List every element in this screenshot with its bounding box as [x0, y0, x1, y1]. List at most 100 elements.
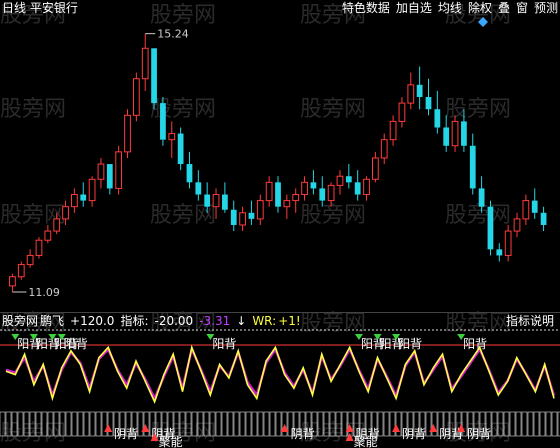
- li-neng-label: 聚能: [354, 435, 378, 448]
- candle-body: [461, 121, 467, 146]
- candle-body: [469, 145, 476, 189]
- osc-grid-bar: [275, 411, 282, 437]
- osc-grid-bar: [245, 411, 252, 437]
- candle-body: [531, 200, 538, 213]
- candle-body: [283, 200, 291, 208]
- candle-body: [513, 218, 521, 232]
- yin-bei-label: 阴背: [291, 427, 315, 441]
- candle-body: [53, 218, 61, 232]
- watermark-text: 股旁网: [0, 421, 66, 446]
- yin-bei-label: 阴背: [467, 427, 491, 441]
- osc-grid-bar: [257, 411, 264, 437]
- candle-body: [478, 188, 485, 207]
- candle-body: [62, 206, 69, 220]
- osc-yellow-line: [5, 344, 555, 404]
- candle-body: [434, 109, 441, 128]
- candle-body: [97, 163, 105, 180]
- candle-body: [160, 103, 166, 140]
- watermark-text: 股旁网: [300, 311, 366, 336]
- watermark-text: 股旁网: [445, 311, 511, 336]
- candle-body: [44, 230, 52, 241]
- osc-grid-bar: [539, 411, 546, 437]
- candle-body: [504, 230, 512, 256]
- candle-body: [115, 151, 123, 189]
- indicator-help-link[interactable]: 指标说明: [506, 314, 554, 328]
- osc-grid-bar: [95, 411, 102, 437]
- candle-body: [327, 184, 335, 202]
- indicator-extra-value: -3.31: [199, 314, 231, 328]
- red-up-arrow-icon: [141, 424, 150, 432]
- osc-grid-bar: [143, 411, 150, 437]
- candle-body: [275, 182, 281, 207]
- osc-grid-bar: [263, 411, 270, 437]
- indicator-name: 鹏飞: [40, 314, 65, 328]
- candle-body: [265, 181, 273, 202]
- watermark-text: 股旁网: [445, 203, 511, 228]
- candle-body: [88, 178, 96, 202]
- candle-body: [168, 133, 176, 141]
- toolbar-forecast[interactable]: 预测: [534, 1, 558, 15]
- low-price-label: 11.09: [28, 286, 60, 299]
- toolbar-moving-average[interactable]: 均线: [438, 1, 462, 15]
- candle-body: [522, 200, 530, 220]
- osc-grid-bar: [221, 411, 228, 437]
- candle-body: [35, 239, 43, 256]
- toolbar-special-data[interactable]: 特色数据: [342, 1, 390, 15]
- candle-body: [451, 120, 459, 147]
- toolbar-add-watchlist[interactable]: 加自选: [396, 1, 432, 15]
- down-arrow-icon: ↓: [236, 314, 247, 328]
- indicator-wr-label: WR:: [252, 314, 277, 328]
- toolbar-window[interactable]: 窗: [516, 1, 528, 15]
- candle-body: [345, 176, 352, 183]
- panel-divider[interactable]: [0, 312, 560, 313]
- osc-grid-bar: [227, 411, 234, 437]
- yang-bei-label: 阳背: [212, 337, 236, 351]
- candle-body: [389, 120, 397, 141]
- osc-grid-bar: [389, 411, 396, 437]
- period-label: 日线: [2, 1, 27, 15]
- stock-title: 日线 平安银行: [2, 1, 78, 15]
- osc-grid-bar: [527, 411, 534, 437]
- yin-bei-label: 阴背: [402, 427, 426, 441]
- candle-body: [301, 181, 308, 196]
- osc-grid-bar: [239, 411, 246, 437]
- yang-bei-label: 阳背: [463, 337, 487, 351]
- yin-bei-label: 阴背: [114, 427, 138, 441]
- candle-body: [540, 212, 547, 225]
- candle-body: [186, 164, 193, 183]
- candle-body: [292, 194, 300, 202]
- candle-body: [151, 48, 157, 104]
- red-up-arrow-icon: [392, 424, 401, 432]
- red-up-arrow-icon: [104, 424, 113, 432]
- osc-grid-bar: [521, 411, 528, 437]
- indicator-top-value: +120.0: [70, 314, 115, 328]
- candle-body: [222, 194, 228, 210]
- candle-body: [132, 78, 140, 116]
- oscillator-panel: 阳背阳背阳背阳背 阳背 阳背阳背阳背 阳背阴背 阴背 阴背 阴背 阴背 阴背 阴背聚能 聚能: [0, 329, 560, 448]
- candle-body: [363, 178, 370, 196]
- candle-body: [106, 164, 113, 189]
- toolbar-ex-rights[interactable]: 除权: [468, 1, 492, 15]
- watermark-text: 股旁网: [150, 97, 216, 122]
- osc-grid-bar: [71, 411, 78, 437]
- candle-body: [177, 133, 184, 165]
- osc-grid-bar: [425, 411, 432, 437]
- candle-body: [256, 200, 264, 220]
- candle-body: [195, 182, 202, 195]
- osc-magenta-line: [5, 345, 556, 402]
- toolbar-overlay[interactable]: 叠: [498, 1, 510, 15]
- chart-canvas[interactable]: 股旁网 股旁网 股旁网 股旁网股旁网 股旁网 股旁网 股旁网股旁网 股旁网 股旁网 股旁网股旁网股…: [0, 0, 560, 448]
- indicator-index-value: -20.00: [154, 314, 194, 328]
- candle-body: [496, 249, 503, 256]
- osc-grid-bar: [107, 411, 114, 437]
- watermark-text: 股旁网: [150, 3, 216, 28]
- yang-bei-label: 阳背: [398, 337, 422, 351]
- candle-body: [407, 84, 415, 104]
- osc-grid-bar: [269, 411, 276, 437]
- candlestick-series: 15.24 11.09: [9, 17, 547, 299]
- candle-body: [398, 102, 406, 122]
- osc-grid-bar: [431, 411, 438, 437]
- toolbar: 特色数据 加自选 均线 除权 叠 窗 预测: [342, 1, 558, 15]
- osc-grid-bar: [551, 411, 558, 437]
- candle-body: [71, 194, 78, 208]
